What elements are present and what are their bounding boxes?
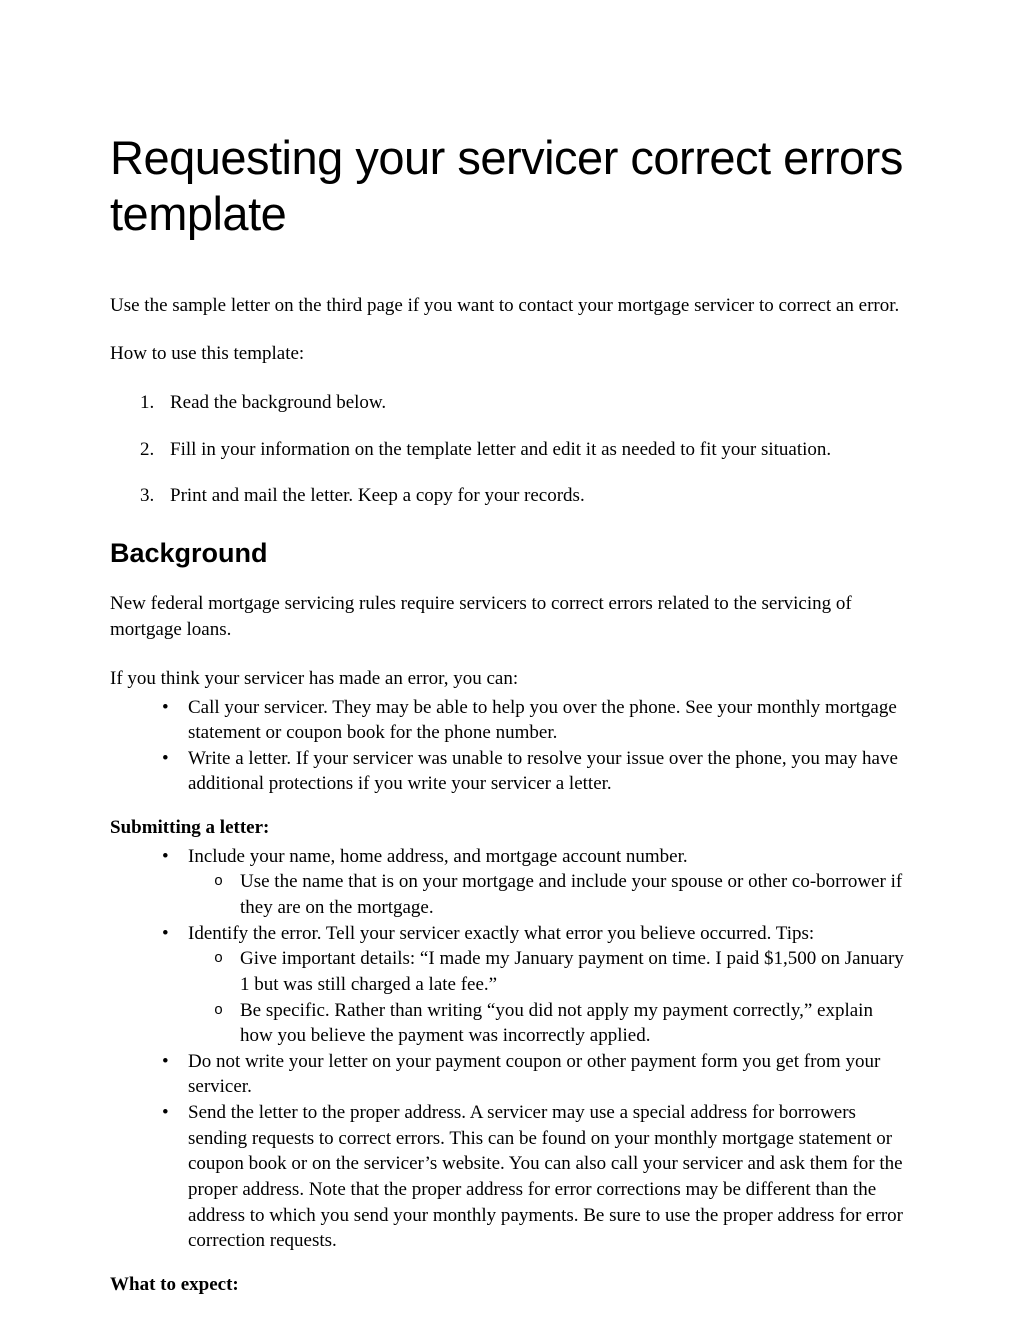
list-item: Give important details: “I made my Janua…: [240, 946, 910, 997]
item-text: Include your name, home address, and mor…: [188, 846, 688, 867]
list-item: Identify the error. Tell your servicer e…: [188, 921, 910, 1049]
list-item: 3.Print and mail the letter. Keep a copy…: [140, 483, 910, 510]
step-text: Fill in your information on the template…: [170, 439, 831, 460]
intro-paragraph: Use the sample letter on the third page …: [110, 293, 910, 320]
list-item: Write a letter. If your servicer was una…: [188, 746, 910, 797]
list-item: 1.Read the background below.: [140, 390, 910, 417]
list-item: Do not write your letter on your payment…: [188, 1049, 910, 1100]
background-heading: Background: [110, 538, 910, 569]
expect-heading: What to expect:: [110, 1272, 910, 1299]
step-text: Read the background below.: [170, 392, 386, 413]
list-item: Include your name, home address, and mor…: [188, 844, 910, 921]
step-text: Print and mail the letter. Keep a copy f…: [170, 485, 585, 506]
page-title: Requesting your servicer correct errors …: [110, 130, 910, 243]
sub-list: Give important details: “I made my Janua…: [188, 946, 910, 1049]
list-item: Use the name that is on your mortgage an…: [240, 869, 910, 920]
options-list: Call your servicer. They may be able to …: [110, 695, 910, 798]
submitting-list: Include your name, home address, and mor…: [110, 844, 910, 1254]
list-item: Be specific. Rather than writing “you di…: [240, 998, 910, 1049]
steps-list: 1.Read the background below. 2.Fill in y…: [110, 390, 910, 510]
background-para-1: New federal mortgage servicing rules req…: [110, 591, 910, 644]
background-para-2: If you think your servicer has made an e…: [110, 666, 910, 693]
submitting-heading: Submitting a letter:: [110, 815, 910, 842]
list-item: Call your servicer. They may be able to …: [188, 695, 910, 746]
item-text: Identify the error. Tell your servicer e…: [188, 923, 814, 944]
list-item: 2.Fill in your information on the templa…: [140, 437, 910, 464]
sub-list: Use the name that is on your mortgage an…: [188, 869, 910, 920]
how-to-label: How to use this template:: [110, 341, 910, 368]
list-item: Send the letter to the proper address. A…: [188, 1100, 910, 1254]
